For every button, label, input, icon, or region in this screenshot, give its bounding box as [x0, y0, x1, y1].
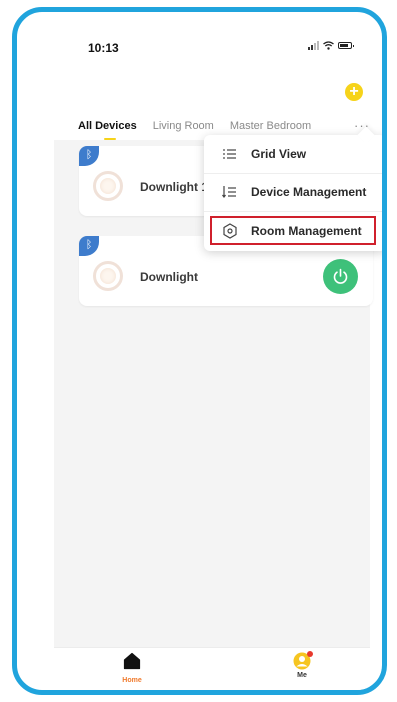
menu-item-device-management[interactable]: Device Management [204, 173, 382, 212]
wifi-icon [323, 41, 334, 50]
phone-frame: 10:13 + All Devices Living Room Master B… [12, 7, 387, 695]
tab-master-bedroom[interactable]: Master Bedroom [230, 120, 311, 132]
bottom-tab-bar: Home Me [54, 647, 370, 690]
options-dropdown-menu: Grid View Device Management Room Managem… [204, 135, 382, 251]
list-icon [223, 149, 236, 159]
app-screen: 10:13 + All Devices Living Room Master B… [54, 26, 382, 690]
tab-me[interactable]: Me [272, 651, 332, 679]
home-header: + All Devices Living Room Master Bedroom… [54, 60, 370, 140]
bluetooth-icon: ᛒ [79, 146, 99, 166]
tab-home[interactable]: Home [102, 652, 162, 684]
bluetooth-icon: ᛒ [79, 236, 99, 256]
room-tabs: All Devices Living Room Master Bedroom [78, 120, 311, 140]
power-icon [333, 268, 348, 284]
tab-me-label: Me [297, 672, 307, 679]
tab-all-devices[interactable]: All Devices [78, 120, 137, 140]
menu-item-label: Grid View [251, 147, 307, 161]
sort-list-icon [222, 186, 236, 198]
notification-dot [307, 651, 313, 657]
tab-living-room[interactable]: Living Room [153, 120, 214, 132]
menu-item-grid-view[interactable]: Grid View [204, 135, 382, 174]
add-device-button[interactable]: + [345, 83, 363, 101]
downlight-bulb-icon [93, 261, 123, 291]
status-icons [308, 41, 354, 50]
tab-home-label: Home [122, 677, 142, 684]
battery-icon [338, 42, 354, 49]
power-toggle-button[interactable] [323, 259, 358, 294]
signal-icon [308, 41, 319, 50]
menu-item-label: Device Management [251, 185, 367, 199]
highlight-box [210, 216, 376, 245]
device-name: Downlight [140, 270, 198, 284]
profile-icon [293, 651, 313, 670]
home-icon [123, 652, 141, 670]
status-bar: 10:13 [54, 26, 370, 60]
status-time: 10:13 [88, 41, 119, 55]
device-name: Downlight 1 [140, 180, 208, 194]
downlight-bulb-icon [93, 171, 123, 201]
